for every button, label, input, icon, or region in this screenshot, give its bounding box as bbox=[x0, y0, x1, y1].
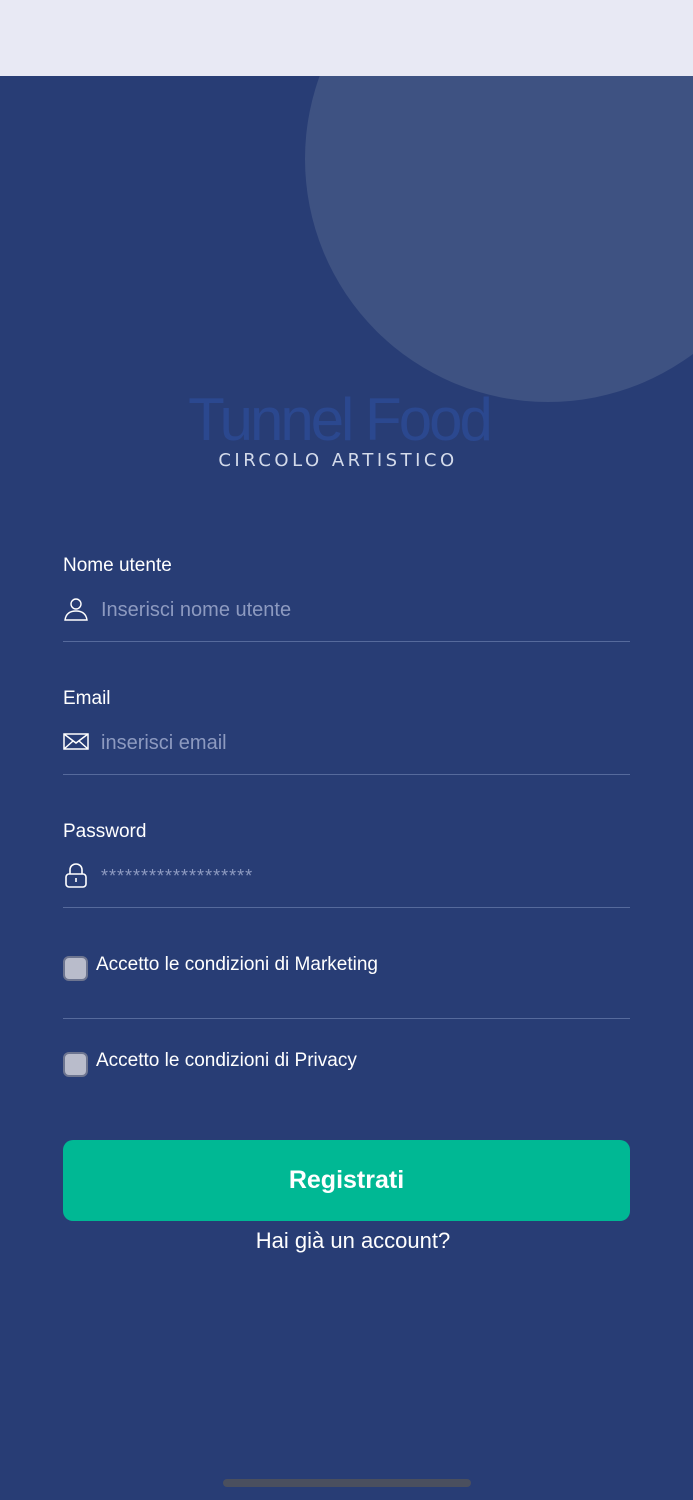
marketing-consent-label: Accetto le condizioni di Marketing bbox=[96, 954, 378, 975]
email-underline bbox=[63, 774, 630, 775]
username-input[interactable] bbox=[101, 590, 621, 630]
marketing-consent-row[interactable]: Accetto le condizioni di Marketing bbox=[63, 952, 630, 984]
email-label: Email bbox=[63, 688, 111, 709]
decorative-circle bbox=[305, 76, 693, 402]
logo-subtitle: CIRCOLO ARTISTICO bbox=[218, 450, 458, 471]
password-label: Password bbox=[63, 821, 147, 842]
consent-divider bbox=[63, 1018, 630, 1019]
username-underline bbox=[63, 641, 630, 642]
envelope-icon bbox=[63, 729, 89, 755]
user-icon bbox=[63, 596, 89, 622]
privacy-checkbox[interactable] bbox=[63, 1052, 88, 1077]
password-input[interactable] bbox=[101, 856, 621, 896]
lock-icon bbox=[63, 862, 89, 888]
username-row bbox=[63, 590, 630, 630]
privacy-consent-label: Accetto le condizioni di Privacy bbox=[96, 1050, 357, 1071]
login-link[interactable]: Hai già un account? bbox=[0, 1226, 693, 1256]
home-indicator bbox=[223, 1479, 471, 1487]
password-underline bbox=[63, 907, 630, 908]
privacy-consent-row[interactable]: Accetto le condizioni di Privacy bbox=[63, 1048, 630, 1080]
status-bar bbox=[0, 0, 693, 76]
logo-script-text: Tunnel Food bbox=[188, 386, 493, 453]
email-row bbox=[63, 723, 630, 763]
app-logo: Tunnel Food CIRCOLO ARTISTICO bbox=[178, 388, 498, 474]
password-row bbox=[63, 856, 630, 896]
username-label: Nome utente bbox=[63, 555, 172, 576]
marketing-checkbox[interactable] bbox=[63, 956, 88, 981]
register-screen: Tunnel Food CIRCOLO ARTISTICO Nome utent… bbox=[0, 76, 693, 1500]
register-button[interactable]: Registrati bbox=[63, 1140, 630, 1221]
email-input[interactable] bbox=[101, 723, 621, 763]
